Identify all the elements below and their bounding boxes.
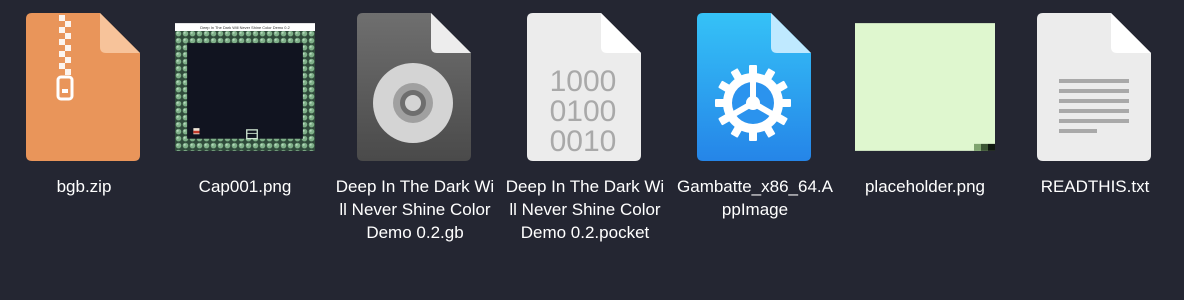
- binary-line: 0100: [550, 95, 617, 128]
- image-thumbnail-icon: Deep In The Dark Will Never Shine Color …: [175, 8, 315, 166]
- binary-file-icon: 1000 0100 0010: [515, 8, 655, 166]
- file-name: placeholder.png: [864, 177, 986, 196]
- executable-gear-icon: [685, 8, 825, 166]
- file-item-deep-in-the-dark-gb[interactable]: Deep In The Dark Will Never Shine Color …: [335, 8, 495, 244]
- file-name: Cap001.png: [198, 177, 292, 196]
- image-thumbnail-icon: [855, 8, 995, 166]
- file-name: READTHIS.txt: [1040, 177, 1150, 196]
- disc-file-icon: [345, 8, 485, 166]
- file-name: Gambatte_x86_64.AppImage: [677, 177, 833, 219]
- file-item-gambatte-appimage[interactable]: Gambatte_x86_64.AppImage: [675, 8, 835, 221]
- file-item-placeholder-png[interactable]: placeholder.png: [845, 8, 1005, 198]
- file-item-readthis-txt[interactable]: READTHIS.txt: [1015, 8, 1175, 198]
- file-item-cap001-png[interactable]: Deep In The Dark Will Never Shine Color …: [165, 8, 325, 198]
- file-grid: bgb.zip Deep In The Dark Will Never Shin…: [0, 0, 1184, 300]
- file-item-bgb-zip[interactable]: bgb.zip: [4, 8, 164, 198]
- file-name: Deep In The Dark Will Never Shine Color …: [505, 177, 665, 242]
- binary-line: 1000: [550, 65, 617, 98]
- binary-line: 0010: [550, 125, 617, 158]
- thumbnail-caption: Deep In The Dark Will Never Shine Color …: [200, 25, 290, 30]
- zip-archive-icon: [14, 8, 154, 166]
- file-name: bgb.zip: [56, 177, 112, 196]
- text-file-icon: [1025, 8, 1165, 166]
- file-name: Deep In The Dark Will Never Shine Color …: [335, 177, 495, 242]
- file-item-deep-in-the-dark-pocket[interactable]: 1000 0100 0010 Deep In The Dark Will Nev…: [505, 8, 665, 244]
